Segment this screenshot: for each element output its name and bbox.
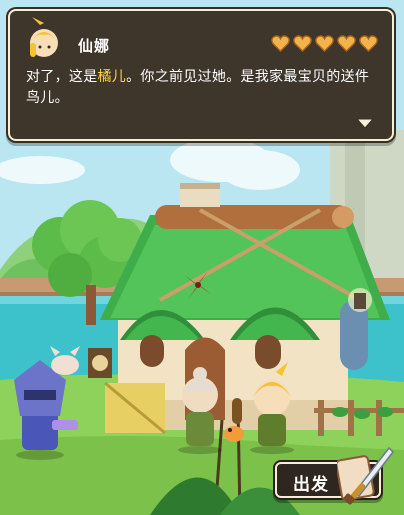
dialog-text: 对了，这是橘儿。你之前见过她。是我家最宝贝的送件鸟儿。 xyxy=(26,67,376,109)
speaker-name: 仙娜 xyxy=(78,37,111,55)
heart-icon xyxy=(315,35,334,52)
dialog-text-highlight: 橘儿 xyxy=(97,69,127,85)
speaker-portrait xyxy=(22,17,64,61)
sword-icon xyxy=(337,446,394,505)
dialog-text-before: 对了，这是 xyxy=(26,69,98,85)
dialog-box[interactable]: 仙娜 对了，这是橘儿。你之前见过她。是我家最宝贝的送件鸟儿。 xyxy=(8,9,394,141)
heart-icon xyxy=(337,35,356,52)
heart-icon xyxy=(359,35,378,52)
heart-icon xyxy=(293,35,312,52)
next-arrow-icon[interactable] xyxy=(356,117,374,129)
heart-icon xyxy=(271,35,290,52)
affection-hearts xyxy=(271,35,378,52)
depart-button[interactable]: 出发 xyxy=(275,446,394,505)
depart-button-label: 出发 xyxy=(293,475,329,495)
